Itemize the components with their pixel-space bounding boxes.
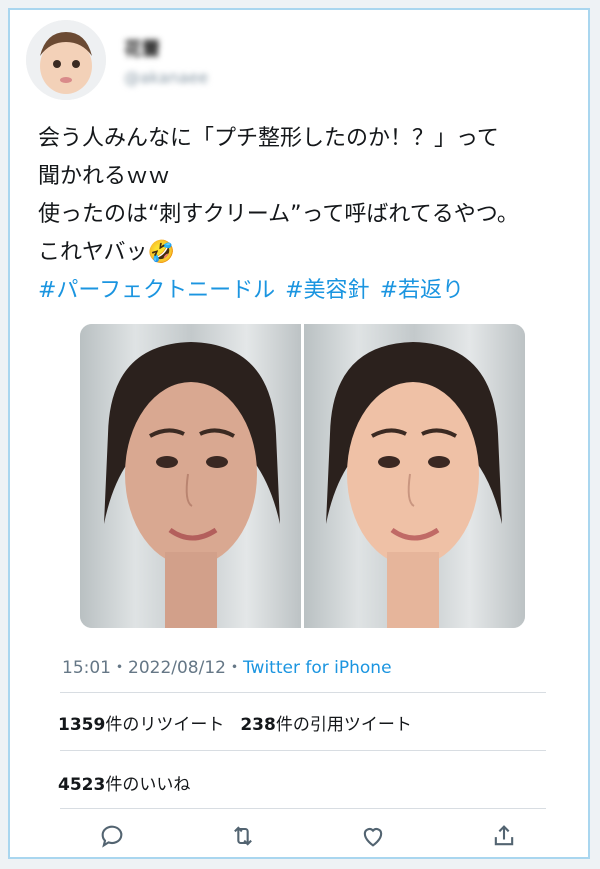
divider xyxy=(60,692,546,693)
tweet-line: 会う人みんなに「プチ整形したのか！？」って xyxy=(38,126,499,151)
likes-label: 件のいいね xyxy=(105,775,191,795)
divider xyxy=(60,750,546,751)
retweet-icon[interactable] xyxy=(229,822,257,850)
tweet-source-link[interactable]: Twitter for iPhone xyxy=(243,658,392,678)
tweet-date[interactable]: 2022/08/12 xyxy=(128,658,226,678)
tweet-card: 花蕾 @akanaee 会う人みんなに「プチ整形したのか！？」って 聞かれるｗｗ… xyxy=(8,8,590,859)
tweet-photo[interactable] xyxy=(80,324,525,628)
quotes-count: 238 xyxy=(240,715,276,735)
tweet-line: 使ったのは“刺すクリーム”って呼ばれてるやつ。 xyxy=(38,202,519,227)
user-name[interactable]: 花蕾 xyxy=(124,35,160,61)
retweets-stat[interactable]: 1359件のリツイート xyxy=(58,715,224,735)
hashtag-link[interactable]: #若返り xyxy=(380,278,464,303)
tweet-time[interactable]: 15:01 xyxy=(62,658,111,678)
retweets-count: 1359 xyxy=(58,715,106,735)
reply-icon[interactable] xyxy=(98,822,126,850)
action-bar xyxy=(98,818,518,854)
retweet-quote-stats: 1359件のリツイート 238件の引用ツイート xyxy=(58,710,412,735)
quotes-label: 件の引用ツイート xyxy=(275,715,412,735)
hashtag-link[interactable]: #美容針 xyxy=(285,278,369,303)
before-after-face-photo xyxy=(80,324,525,628)
divider xyxy=(60,808,546,809)
hashtags: #パーフェクトニードル #美容針 #若返り xyxy=(38,272,583,310)
avatar[interactable] xyxy=(26,20,106,100)
hashtag-link[interactable]: #パーフェクトニードル xyxy=(38,278,275,303)
user-handle[interactable]: @akanaee xyxy=(124,68,208,87)
share-icon[interactable] xyxy=(490,822,518,850)
likes-count: 4523 xyxy=(58,775,106,795)
tweet-text: 会う人みんなに「プチ整形したのか！？」って 聞かれるｗｗ 使ったのは“刺すクリー… xyxy=(38,120,583,310)
likes-stat[interactable]: 4523件のいいね xyxy=(58,770,190,795)
tweet-line: これヤバッ🤣 xyxy=(38,240,175,265)
baby-avatar-image xyxy=(26,20,106,100)
quotes-stat[interactable]: 238件の引用ツイート xyxy=(240,715,412,735)
tweet-line: 聞かれるｗｗ xyxy=(38,164,171,189)
like-icon[interactable] xyxy=(359,822,387,850)
retweets-label: 件のリツイート xyxy=(105,715,225,735)
tweet-meta: 15:01・2022/08/12・Twitter for iPhone xyxy=(62,658,392,678)
